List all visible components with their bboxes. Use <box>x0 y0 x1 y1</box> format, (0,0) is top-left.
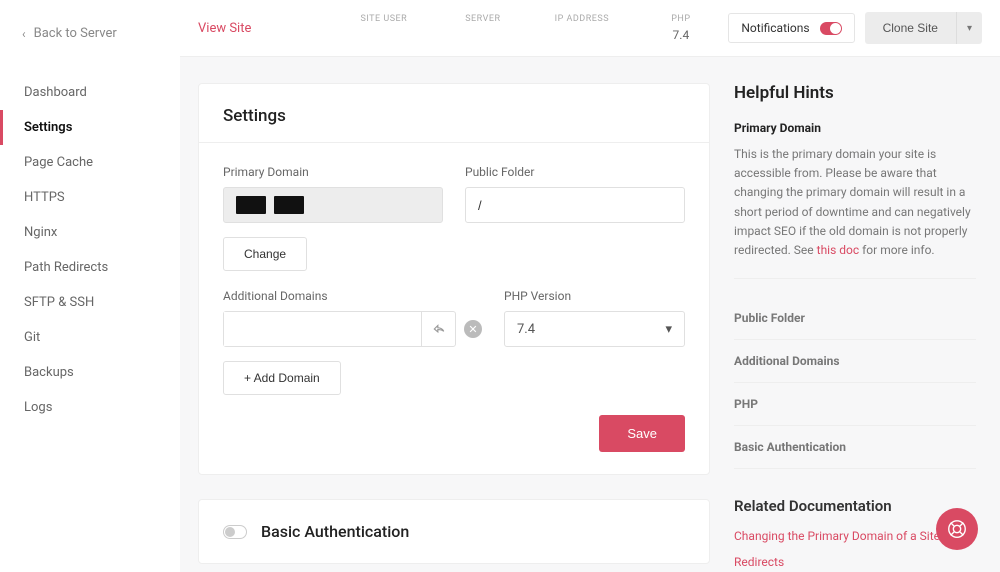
save-button[interactable]: Save <box>599 415 685 452</box>
sidebar-item-https[interactable]: HTTPS <box>0 180 180 215</box>
hint-php[interactable]: PHP <box>734 383 976 426</box>
related-title: Related Documentation <box>734 497 976 515</box>
sidebar-item-page-cache[interactable]: Page Cache <box>0 145 180 180</box>
basic-auth-title: Basic Authentication <box>261 522 409 541</box>
hint-doc-link[interactable]: this doc <box>817 243 860 257</box>
share-icon[interactable] <box>421 312 455 346</box>
remove-domain-icon[interactable]: ✕ <box>464 320 482 338</box>
hint-additional-domains[interactable]: Additional Domains <box>734 340 976 383</box>
back-label: Back to Server <box>34 26 117 41</box>
public-folder-label: Public Folder <box>465 165 685 179</box>
helpful-hints-title: Helpful Hints <box>734 83 976 103</box>
chevron-left-icon: ‹ <box>22 27 26 41</box>
basic-auth-toggle[interactable] <box>223 525 247 539</box>
notifications-toggle-group: Notifications <box>728 13 854 43</box>
hint-primary-text: This is the primary domain your site is … <box>734 145 976 260</box>
change-button[interactable]: Change <box>223 237 307 271</box>
meta-server: SERVER <box>455 14 510 42</box>
settings-title: Settings <box>199 84 709 143</box>
chevron-down-icon: ▾ <box>665 322 672 337</box>
meta-ip-address: IP ADDRESS <box>554 14 609 42</box>
notifications-label: Notifications <box>741 21 809 35</box>
php-version-label: PHP Version <box>504 289 685 303</box>
additional-domain-input[interactable] <box>224 312 421 346</box>
additional-domains-label: Additional Domains <box>223 289 482 303</box>
related-link-redirects[interactable]: Redirects <box>734 555 976 569</box>
lifebuoy-icon <box>946 518 968 540</box>
sidebar-item-dashboard[interactable]: Dashboard <box>0 75 180 110</box>
hint-public-folder[interactable]: Public Folder <box>734 297 976 340</box>
primary-domain-field <box>223 187 443 223</box>
add-domain-button[interactable]: + Add Domain <box>223 361 341 395</box>
php-version-select[interactable]: 7.4 ▾ <box>504 311 685 347</box>
hint-basic-auth[interactable]: Basic Authentication <box>734 426 976 469</box>
sidebar-item-git[interactable]: Git <box>0 320 180 355</box>
meta-php: PHP 7.4 <box>653 14 708 42</box>
back-to-server-link[interactable]: ‹ Back to Server <box>0 20 180 57</box>
php-version-value: 7.4 <box>517 322 535 337</box>
view-site-link[interactable]: View Site <box>198 21 251 36</box>
meta-site-user: SITE USER <box>356 14 411 42</box>
sidebar-item-backups[interactable]: Backups <box>0 355 180 390</box>
sidebar-item-sftp-ssh[interactable]: SFTP & SSH <box>0 285 180 320</box>
redacted-text <box>274 196 304 214</box>
notifications-toggle[interactable] <box>820 22 842 35</box>
hint-primary-domain: Primary Domain This is the primary domai… <box>734 121 976 279</box>
primary-domain-label: Primary Domain <box>223 165 443 179</box>
sidebar-item-nginx[interactable]: Nginx <box>0 215 180 250</box>
sidebar-item-settings[interactable]: Settings <box>0 110 180 145</box>
help-fab[interactable] <box>936 508 978 550</box>
sidebar-item-path-redirects[interactable]: Path Redirects <box>0 250 180 285</box>
public-folder-input[interactable] <box>465 187 685 223</box>
sidebar-item-logs[interactable]: Logs <box>0 390 180 425</box>
basic-auth-card: Basic Authentication <box>198 499 710 564</box>
redacted-text <box>236 196 266 214</box>
clone-site-button[interactable]: Clone Site <box>865 12 956 44</box>
clone-site-dropdown[interactable]: ▾ <box>956 12 982 44</box>
settings-card: Settings Primary Domain Change <box>198 83 710 475</box>
